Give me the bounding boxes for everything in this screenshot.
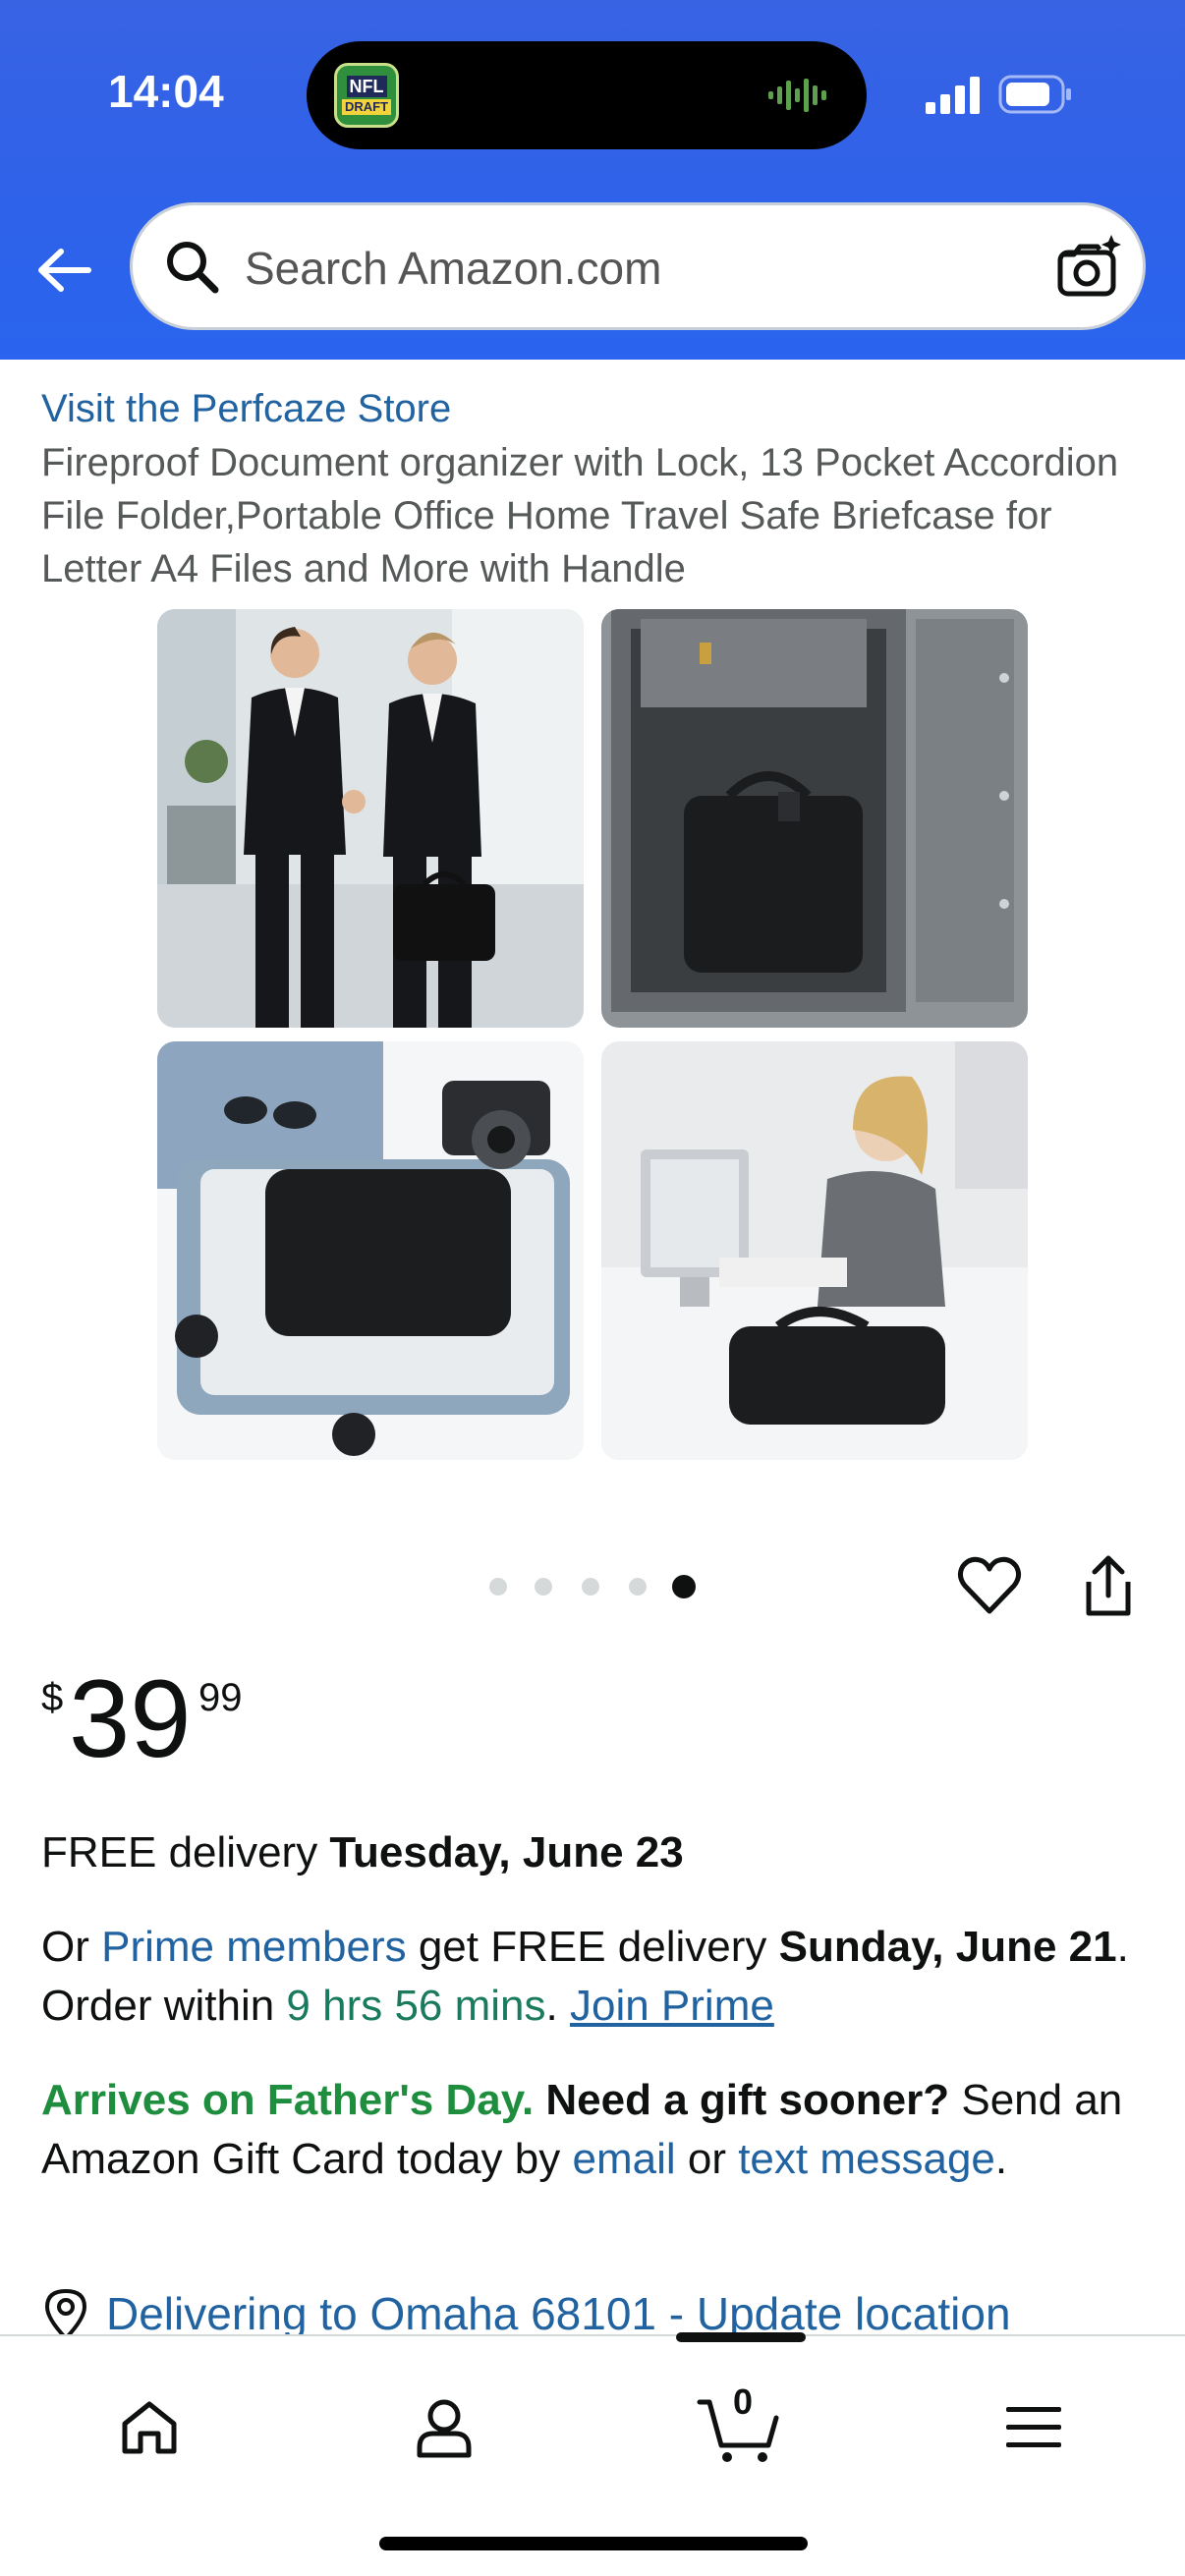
free-delivery-prefix: FREE delivery xyxy=(41,1828,330,1876)
period-text: . xyxy=(545,1982,570,2030)
cart-active-indicator xyxy=(676,2332,806,2342)
menu-icon xyxy=(1006,2407,1061,2447)
badge-line-1: NFL xyxy=(346,76,387,97)
gift-question-text: Need a gift sooner? xyxy=(534,2076,950,2124)
free-delivery-date: Tuesday, June 23 xyxy=(329,1828,684,1876)
prime-delivery-date: Sunday, June 21 xyxy=(778,1923,1117,1971)
cellular-signal-icon xyxy=(926,77,980,114)
nav-menu[interactable] xyxy=(975,2374,1093,2482)
free-delivery-line: FREE delivery Tuesday, June 23 xyxy=(41,1823,1142,1882)
dynamic-island[interactable]: NFL DRAFT xyxy=(307,41,867,149)
gift-paragraph: Arrives on Father's Day. Need a gift soo… xyxy=(41,2071,1142,2189)
prime-members-link[interactable]: Prime members xyxy=(101,1923,407,1971)
nav-cart[interactable]: 0 xyxy=(680,2374,798,2482)
prime-delivery-paragraph: Or Prime members get FREE delivery Sunda… xyxy=(41,1918,1142,2036)
badge-line-2: DRAFT xyxy=(341,99,392,115)
prime-or-text: Or xyxy=(41,1923,102,1971)
search-bar[interactable] xyxy=(130,202,1146,330)
gallery-dot-3[interactable] xyxy=(582,1578,599,1596)
product-title: Fireproof Document organizer with Lock, … xyxy=(41,441,1119,590)
audio-waveform-icon xyxy=(768,79,826,112)
gallery-pagination[interactable] xyxy=(487,1572,704,1601)
store-link[interactable]: Visit the Perfcaze Store xyxy=(41,387,451,431)
product-image-3[interactable] xyxy=(157,1041,584,1460)
home-indicator-bar[interactable] xyxy=(379,2537,808,2550)
gallery-dot-4[interactable] xyxy=(629,1578,647,1596)
product-image-2[interactable] xyxy=(601,609,1028,1028)
gallery-dot-1[interactable] xyxy=(489,1578,507,1596)
product-image-1[interactable] xyxy=(157,609,584,1028)
email-link[interactable]: email xyxy=(572,2135,675,2183)
back-arrow-icon[interactable] xyxy=(33,240,94,301)
order-countdown: 9 hrs 56 mins xyxy=(286,1982,546,2030)
share-icon[interactable] xyxy=(1077,1552,1140,1621)
fathers-day-text: Arrives on Father's Day. xyxy=(41,2076,535,2124)
price-whole: 39 xyxy=(69,1657,192,1780)
nav-account[interactable] xyxy=(385,2374,503,2482)
camera-search-icon[interactable] xyxy=(1052,231,1125,304)
product-image-gallery[interactable] xyxy=(157,609,1028,1460)
nav-home[interactable] xyxy=(90,2374,208,2482)
prime-mid-text: get FREE delivery xyxy=(406,1923,779,1971)
price-fraction: 99 xyxy=(198,1676,243,1719)
gallery-dot-5-active[interactable] xyxy=(672,1575,696,1598)
search-input[interactable] xyxy=(243,225,1033,311)
home-icon xyxy=(122,2401,177,2454)
end-period: . xyxy=(994,2135,1008,2183)
cart-count-badge: 0 xyxy=(733,2381,754,2422)
account-icon xyxy=(417,2399,472,2458)
price-currency: $ xyxy=(41,1676,64,1719)
gallery-dot-2[interactable] xyxy=(535,1578,552,1596)
text-message-link[interactable]: text message xyxy=(738,2135,995,2183)
or-text: or xyxy=(675,2135,739,2183)
status-time: 14:04 xyxy=(108,66,224,117)
header: 14:04 NFL DRAFT xyxy=(0,0,1185,360)
battery-icon xyxy=(998,75,1071,114)
join-prime-link[interactable]: Join Prime xyxy=(570,1982,774,2030)
nfl-draft-app-icon: NFL DRAFT xyxy=(334,63,399,128)
wishlist-heart-icon[interactable] xyxy=(955,1552,1024,1621)
search-icon xyxy=(167,242,219,294)
product-image-4[interactable] xyxy=(601,1041,1028,1460)
